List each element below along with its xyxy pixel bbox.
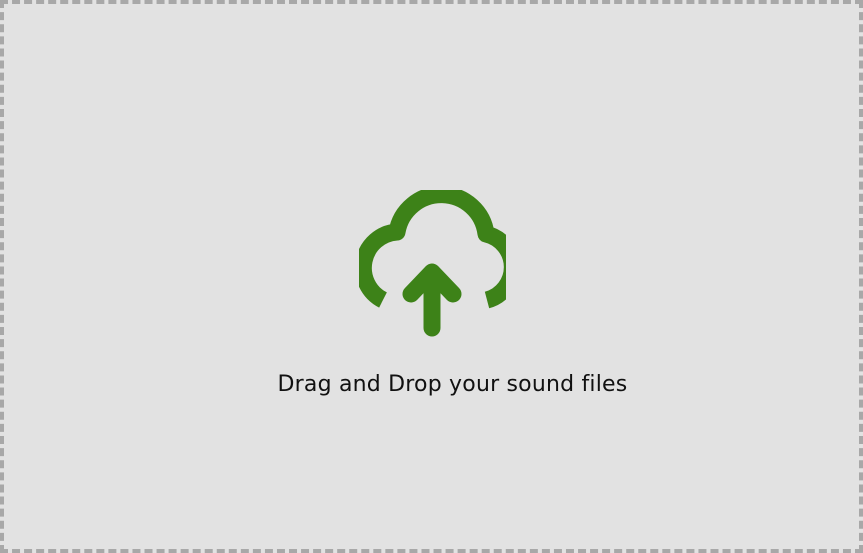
cloud-upload-icon	[359, 190, 506, 338]
drop-instructions-text: Drag and Drop your sound files	[277, 372, 628, 397]
file-drop-zone[interactable]: Drag and Drop your sound files	[0, 0, 863, 553]
